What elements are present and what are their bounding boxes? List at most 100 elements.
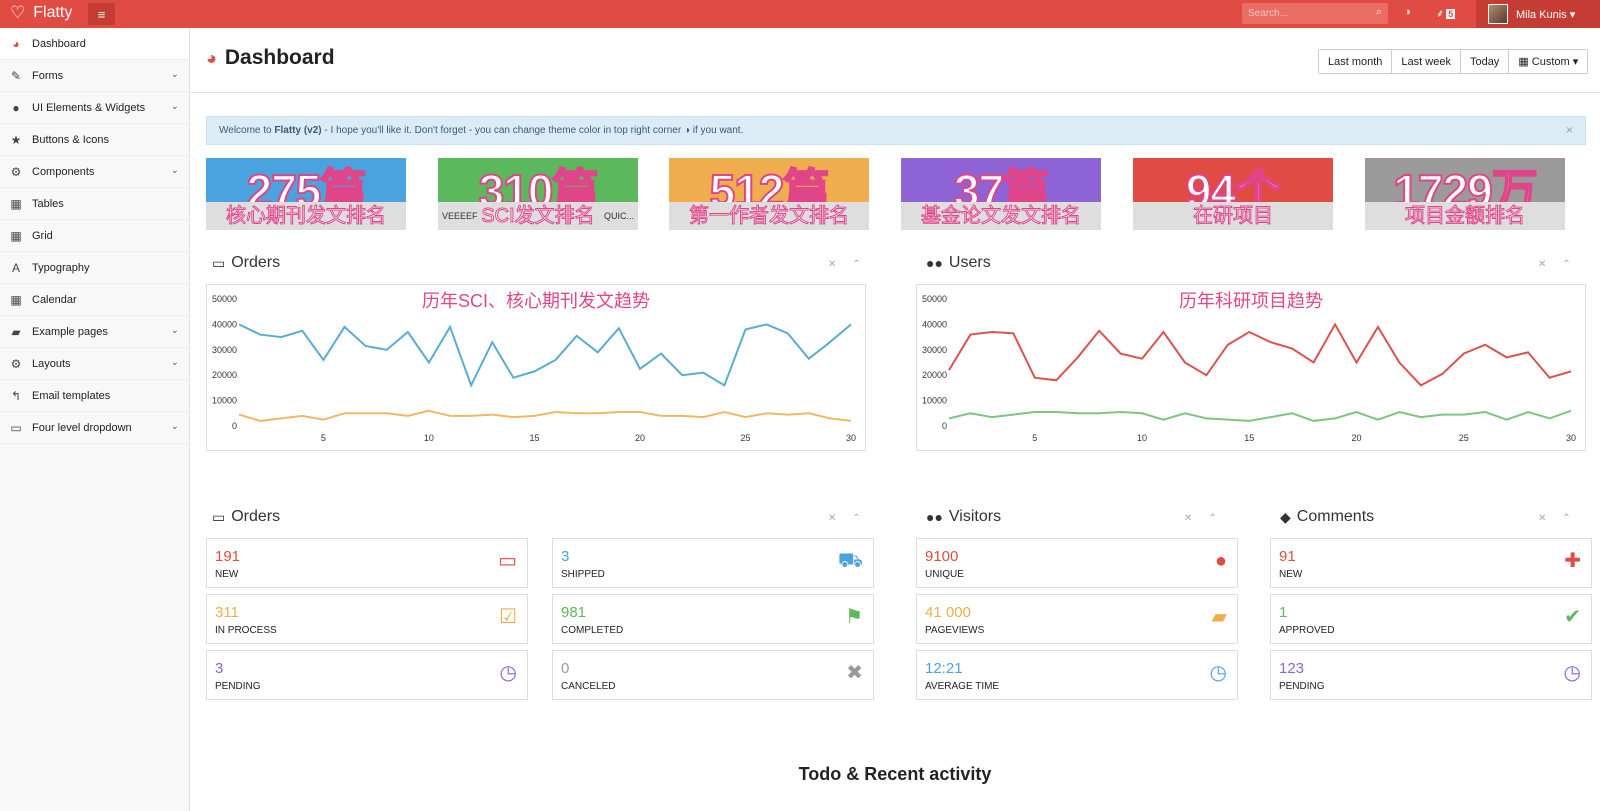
stat-box-new[interactable]: 191 NEW ▭ [206, 538, 528, 588]
sidebar-item-four-level-dropdown[interactable]: ▭ Four level dropdown ⌄ [0, 412, 189, 444]
stat-box-shipped[interactable]: 3 SHIPPED ⛟ [552, 538, 874, 588]
sidebar-item-example-pages[interactable]: ▰ Example pages ⌄ [0, 316, 189, 348]
y-tick-label: 50000 [922, 294, 947, 304]
stat-label: SHIPPED [561, 569, 605, 580]
x-tick-label: 15 [529, 433, 539, 443]
today-button[interactable]: Today [1460, 50, 1510, 73]
search-input[interactable]: Search... ⌕ [1242, 3, 1388, 24]
users-icon: ●● [926, 509, 943, 525]
clock-icon: ◷ [499, 662, 517, 684]
stat-tile[interactable]: 275篇 核心期刊发文排名 [206, 158, 406, 230]
line-chart-svg: 0 10000 20000 30000 40000 50000 5 10 15 20 25 30 历年S… [212, 291, 856, 443]
stat-box-in-process[interactable]: 311 IN PROCESS ☑ [206, 594, 528, 644]
rss-icon[interactable]: ⸙ 5 [1436, 6, 1456, 21]
chevron-down-icon[interactable]: ⌄ [171, 325, 179, 336]
stat-tile[interactable]: 1729万 项目金额排名 [1365, 158, 1565, 230]
stat-box-canceled[interactable]: 0 CANCELED ✖ [552, 650, 874, 700]
sidebar-item-label: Buttons & Icons [32, 133, 110, 146]
sidebar-item-ui-elements-widgets[interactable]: ● UI Elements & Widgets ⌄ [0, 92, 189, 124]
sidebar-item-calendar[interactable]: ▦ Calendar [0, 284, 189, 316]
y-tick-label: 20000 [212, 370, 237, 380]
stat-box-average-time[interactable]: 12:21 AVERAGE TIME ◷ [916, 650, 1238, 700]
cog-icon: ⚙ [10, 356, 22, 371]
stat-value: 311 [215, 604, 239, 621]
stat-box-pageviews[interactable]: 41 000 PAGEVIEWS ▰ [916, 594, 1238, 644]
stat-box-completed[interactable]: 981 COMPLETED ⚑ [552, 594, 874, 644]
x-tick-label: 5 [1032, 433, 1037, 443]
y-tick-label: 30000 [922, 345, 947, 355]
sidebar-item-grid[interactable]: ▦ Grid [0, 220, 189, 252]
tile-caption-bar: 在研项目 [1133, 202, 1333, 230]
stat-tile[interactable]: 37篇 基金论文发文排名 [901, 158, 1101, 230]
y-tick-label: 10000 [922, 396, 947, 406]
check-square-icon: ☑ [499, 606, 517, 628]
sidebar-item-tables[interactable]: ▦ Tables [0, 188, 189, 220]
chevron-down-icon[interactable]: ⌄ [171, 69, 179, 80]
tile-caption: 核心期刊发文排名 [226, 205, 387, 228]
stat-value: 1 [1279, 604, 1288, 621]
calendar-icon: ▦ [10, 292, 22, 307]
stat-box-unique[interactable]: 9100 UNIQUE ● [916, 538, 1238, 588]
sidebar-item-typography[interactable]: A Typography [0, 252, 189, 284]
stat-tile[interactable]: 310篇 VEEEEF SCI发文排名 QUIC... [438, 158, 638, 230]
y-tick-label: 0 [942, 421, 947, 431]
sidebar-item-layouts[interactable]: ⚙ Layouts ⌄ [0, 348, 189, 380]
plus-icon: ✚ [1564, 550, 1581, 572]
clock-icon: ◷ [1563, 662, 1581, 684]
alert-prefix: Welcome to [219, 125, 275, 136]
y-tick-label: 50000 [212, 294, 237, 304]
avatar [1488, 4, 1508, 24]
stat-tile[interactable]: 94个 在研项目 [1133, 158, 1333, 230]
chart-title: 历年科研项目趋势 [1179, 291, 1323, 311]
tile-caption: 项目金额排名 [1405, 205, 1526, 228]
stat-value: 123 [1279, 660, 1305, 677]
series-line-1 [948, 409, 1572, 422]
stat-tile[interactable]: 512篇 第一作者发文排名 [669, 158, 869, 230]
stat-box-approved[interactable]: 1 APPROVED ✔ [1270, 594, 1592, 644]
theme-color-icon[interactable]: ◑ [1404, 6, 1411, 18]
orders-stats-tools[interactable]: ✕⌃ [828, 513, 877, 524]
stat-box-pending[interactable]: 123 PENDING ◷ [1270, 650, 1592, 700]
stat-value: 3 [561, 548, 570, 565]
sidebar-item-label: Dashboard [32, 37, 86, 50]
custom-range-button[interactable]: ▦ Custom ▾ [1509, 50, 1588, 73]
stat-box-new[interactable]: 91 NEW ✚ [1270, 538, 1592, 588]
sidebar-item-label: Four level dropdown [32, 421, 132, 434]
comments-stats-title: Comments [1296, 508, 1375, 525]
brand-logo[interactable]: ♡ Flatty [10, 4, 72, 22]
last-week-button[interactable]: Last week [1392, 50, 1461, 73]
menu-toggle-button[interactable]: ≡ [88, 3, 115, 25]
visitors-stats-tools[interactable]: ✕⌃ [1184, 513, 1233, 524]
search-icon[interactable]: ⌕ [1376, 6, 1382, 19]
orders-chart-tools[interactable]: ✕⌃ [828, 259, 877, 270]
orders-line-chart: 0 10000 20000 30000 40000 50000 5 10 15 20 25 30 历年S… [206, 284, 866, 451]
alert-text: - I hope you'll like it. Don't forget - … [321, 125, 744, 136]
users-chart-tools[interactable]: ✕⌃ [1538, 259, 1587, 270]
chevron-down-icon[interactable]: ⌄ [171, 101, 179, 112]
stat-label: PENDING [215, 681, 261, 692]
comments-stats-tools[interactable]: ✕⌃ [1538, 513, 1587, 524]
stat-label: COMPLETED [561, 625, 624, 636]
chevron-down-icon[interactable]: ⌄ [171, 357, 179, 368]
sidebar-item-components[interactable]: ⚙ Components ⌄ [0, 156, 189, 188]
y-tick-label: 10000 [212, 396, 237, 406]
tile-caption-bar: 第一作者发文排名 [669, 202, 869, 230]
line-chart-svg: 0 10000 20000 30000 40000 50000 5 10 15 20 25 30 历年科… [922, 291, 1576, 443]
sidebar-item-email-templates[interactable]: ↰ Email templates [0, 380, 189, 412]
last-month-button[interactable]: Last month [1319, 50, 1393, 73]
stat-box-pending[interactable]: 3 PENDING ◷ [206, 650, 528, 700]
sidebar-item-buttons-icons[interactable]: ★ Buttons & Icons [0, 124, 189, 156]
sidebar-item-label: Email templates [32, 389, 111, 402]
alert-close-button[interactable]: × [1566, 123, 1573, 137]
grid-icon: ▦ [10, 228, 22, 243]
chevron-down-icon[interactable]: ⌄ [171, 165, 179, 176]
visitors-stats-title: Visitors [948, 508, 1002, 525]
chevron-down-icon[interactable]: ⌄ [171, 421, 179, 432]
sidebar-item-forms[interactable]: ✎ Forms ⌄ [0, 60, 189, 92]
user-menu[interactable]: Mila Kunis ▾ [1476, 0, 1600, 28]
stat-label: AVERAGE TIME [925, 681, 1000, 692]
stat-label: CANCELED [561, 681, 616, 692]
sidebar-item-dashboard[interactable]: ◕ Dashboard [0, 28, 189, 60]
orders-stats-header: ▭ Orders [212, 508, 280, 526]
series-line-1 [238, 409, 852, 422]
